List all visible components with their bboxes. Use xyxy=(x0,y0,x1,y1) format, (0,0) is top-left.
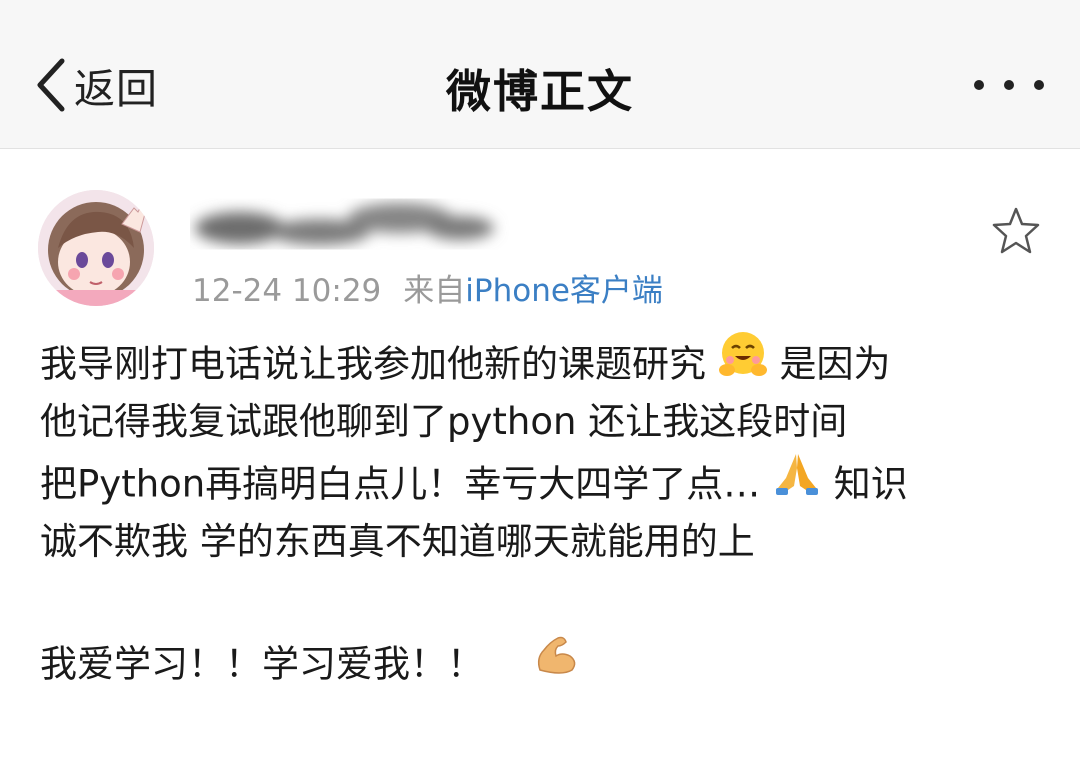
favorite-button[interactable] xyxy=(990,205,1042,257)
source-link[interactable]: iPhone客户端 xyxy=(465,273,663,309)
post-line: 我导刚打电话说让我参加他新的课题研究 是因为 xyxy=(40,332,1050,392)
post-time: 12-24 10:29 xyxy=(192,273,382,309)
navigation-bar: 返回 微博正文 xyxy=(0,0,1080,149)
redacted-name-icon xyxy=(195,203,494,245)
folded-hands-emoji xyxy=(772,448,822,516)
star-outline-icon xyxy=(992,207,1040,254)
flexed-biceps-emoji xyxy=(532,628,582,696)
post-meta: 12-24 10:29 来自iPhone客户端 xyxy=(192,265,663,310)
more-dots-icon[interactable] xyxy=(974,72,1044,98)
hugging-face-emoji xyxy=(718,328,768,396)
avatar[interactable] xyxy=(38,190,154,306)
avatar-image xyxy=(38,190,154,306)
page-title: 微博正文 xyxy=(445,65,634,118)
post-line: 诚不欺我 学的东西真不知道哪天就能用的上 xyxy=(40,520,755,563)
username-blurred[interactable] xyxy=(190,188,510,258)
post-line: 我爱学习！！学习爱我！！ xyxy=(40,632,1050,692)
post-text: 我导刚打电话说让我参加他新的课题研究 是因为 他记得我复试跟他聊到了python… xyxy=(40,332,1050,692)
source-prefix: 来自 xyxy=(403,273,466,309)
post-line: 把Python再搞明白点儿！幸亏大四学了点… 知识 xyxy=(40,452,1050,512)
post-line: 他记得我复试跟他聊到了python 还让我这段时间 xyxy=(40,400,848,443)
